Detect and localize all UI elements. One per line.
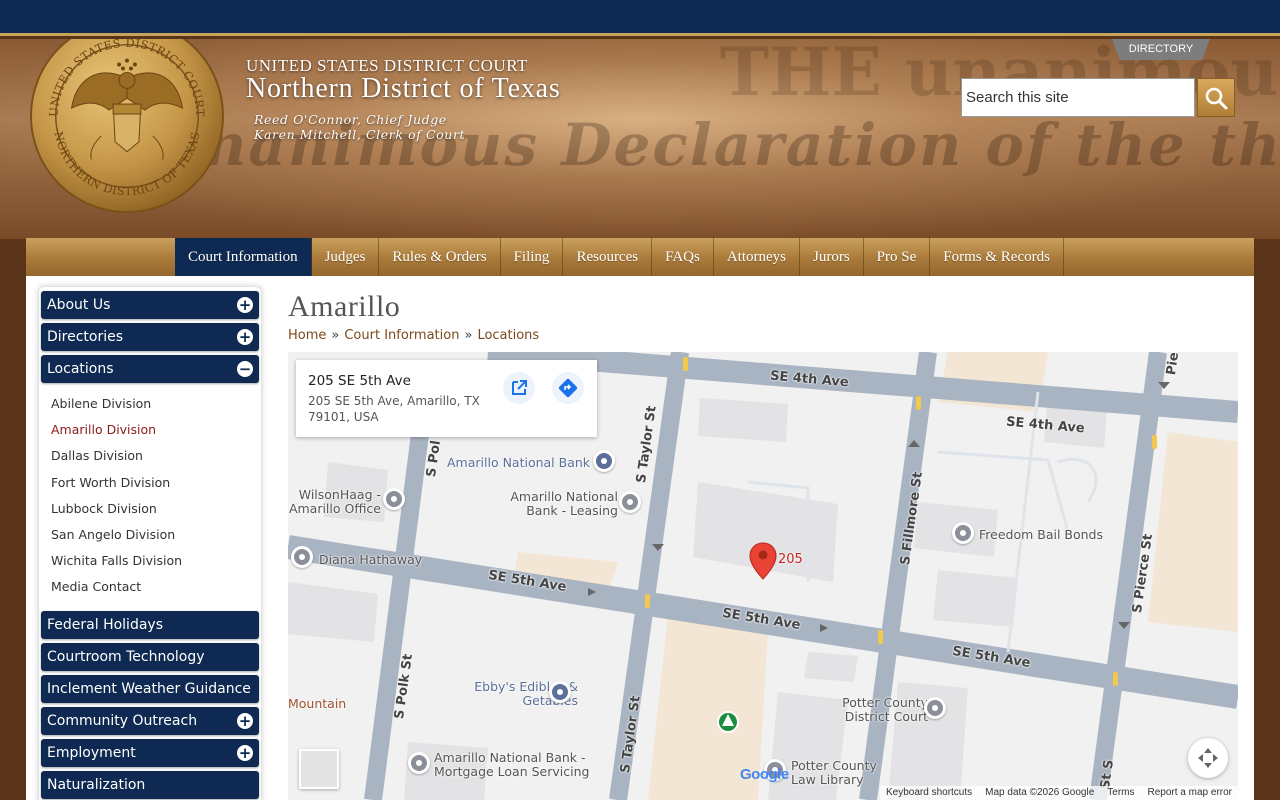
site-header: THE unanimous Declaration unanimous Decl… [0, 39, 1280, 239]
expand-icon[interactable]: + [237, 297, 253, 313]
google-logo: Google [740, 766, 789, 783]
main-nav: Court Information Judges Rules & Orders … [26, 238, 1254, 276]
breadcrumb-separator: » [464, 328, 473, 343]
nav-jurors[interactable]: Jurors [800, 238, 864, 276]
nav-forms-records[interactable]: Forms & Records [930, 238, 1064, 276]
submenu-item-abilene[interactable]: Abilene Division [51, 395, 259, 421]
poi-label[interactable]: WilsonHaag - Amarillo Office [288, 488, 381, 516]
sidebar-item-label: Inclement Weather Guidance [47, 680, 251, 697]
place-pin-icon[interactable] [408, 752, 430, 774]
place-pin-icon[interactable] [291, 546, 313, 568]
poi-label[interactable]: Freedom Bail Bonds [979, 527, 1103, 542]
map-type-toggle[interactable] [299, 749, 339, 789]
place-info-card: 205 SE 5th Ave 205 SE 5th Ave, Amarillo,… [296, 360, 597, 437]
sidebar-item-courtroom-technology[interactable]: Courtroom Technology [41, 642, 259, 671]
report-map-error-link[interactable]: Report a map error [1148, 787, 1232, 800]
place-pin-icon[interactable] [619, 491, 641, 513]
camera-move-icon [1198, 748, 1218, 768]
sidebar-item-label: About Us [47, 297, 111, 313]
locations-submenu: Abilene Division Amarillo Division Dalla… [41, 387, 259, 611]
poi-label[interactable]: Potter County District Court [818, 696, 928, 724]
nav-faqs[interactable]: FAQs [652, 238, 714, 276]
external-link-icon [512, 380, 527, 395]
sidebar-item-naturalization[interactable]: Naturalization [41, 770, 259, 799]
submenu-item-fort-worth[interactable]: Fort Worth Division [51, 474, 259, 500]
shopping-icon[interactable] [549, 681, 571, 703]
breadcrumb-court-information[interactable]: Court Information [344, 328, 459, 343]
sidebar-item-about-us[interactable]: About Us + [41, 291, 259, 319]
open-in-maps-button[interactable] [503, 372, 535, 404]
submenu-item-dallas[interactable]: Dallas Division [51, 447, 259, 473]
search-input[interactable] [961, 78, 1195, 117]
keyboard-shortcuts-link[interactable]: Keyboard shortcuts [886, 787, 972, 800]
directory-tab[interactable]: DIRECTORY [1112, 39, 1210, 60]
sidebar-item-label: Community Outreach [47, 712, 198, 729]
breadcrumb-separator: » [331, 328, 340, 343]
street-label: Pie [1164, 352, 1183, 377]
sidebar-item-label: Federal Holidays [47, 616, 163, 633]
terms-link[interactable]: Terms [1107, 787, 1134, 800]
search-button[interactable] [1197, 78, 1235, 117]
marker-label: 205 [778, 552, 803, 567]
sidebar-item-label: Naturalization [47, 776, 146, 793]
top-strip [0, 0, 1280, 36]
map-camera-control[interactable] [1188, 738, 1228, 778]
sidebar-item-inclement-weather[interactable]: Inclement Weather Guidance [41, 674, 259, 703]
place-pin-icon[interactable] [383, 488, 405, 510]
sidebar-item-directories[interactable]: Directories + [41, 323, 259, 351]
chief-judge-line: Reed O'Connor, Chief Judge [254, 112, 447, 127]
sidebar: About Us + Directories + Locations − Abi… [38, 286, 262, 800]
expand-icon[interactable]: + [237, 329, 253, 345]
nav-filing[interactable]: Filing [501, 238, 564, 276]
location-marker-icon[interactable] [749, 542, 777, 580]
submenu-item-lubbock[interactable]: Lubbock Division [51, 500, 259, 526]
poi-label[interactable]: Amarillo National Bank - Leasing [506, 490, 618, 518]
submenu-item-amarillo[interactable]: Amarillo Division [51, 421, 259, 447]
nav-resources[interactable]: Resources [563, 238, 653, 276]
collapse-icon[interactable]: − [237, 361, 253, 377]
sidebar-item-label: Locations [47, 361, 114, 377]
sidebar-item-locations[interactable]: Locations − [41, 355, 259, 383]
nav-court-information[interactable]: Court Information [175, 238, 312, 276]
submenu-item-wichita-falls[interactable]: Wichita Falls Division [51, 552, 259, 578]
expand-icon[interactable]: + [237, 712, 253, 729]
sidebar-item-label: Employment [47, 744, 136, 761]
map-data-credit: Map data ©2026 Google [985, 787, 1095, 798]
nav-attorneys[interactable]: Attorneys [714, 238, 800, 276]
content-panel: About Us + Directories + Locations − Abi… [26, 276, 1254, 800]
sidebar-item-employment[interactable]: Employment + [41, 738, 259, 767]
directions-icon [558, 378, 578, 398]
nav-pro-se[interactable]: Pro Se [864, 238, 931, 276]
page-title: Amarillo [288, 290, 401, 323]
embedded-map[interactable]: SE 4th Ave SE 4th Ave SE 5th Ave SE 5th … [288, 352, 1238, 800]
breadcrumb-home[interactable]: Home [288, 328, 326, 343]
nav-rules-orders[interactable]: Rules & Orders [379, 238, 501, 276]
sidebar-item-community-outreach[interactable]: Community Outreach + [41, 706, 259, 735]
place-title: 205 SE 5th Ave [308, 373, 411, 389]
poi-label[interactable]: Amarillo National Bank [447, 455, 590, 470]
submenu-item-media-contact[interactable]: Media Contact [51, 578, 259, 604]
place-pin-icon[interactable] [952, 522, 974, 544]
court-seal-logo: UNITED STATES DISTRICT COURT NORTHERN DI… [30, 39, 224, 213]
expand-icon[interactable]: + [237, 744, 253, 761]
sidebar-item-label: Courtroom Technology [47, 648, 205, 665]
poi-label[interactable]: Mountain [288, 696, 346, 711]
breadcrumb-locations[interactable]: Locations [477, 328, 539, 343]
sidebar-item-federal-holidays[interactable]: Federal Holidays [41, 610, 259, 639]
place-address: 205 SE 5th Ave, Amarillo, TX 79101, USA [308, 394, 480, 424]
poi-label[interactable]: Potter County Law Library [791, 759, 891, 787]
court-name: Northern District of Texas [246, 73, 561, 104]
clerk-line: Karen Mitchell, Clerk of Court [254, 127, 466, 142]
directions-button[interactable] [552, 372, 584, 404]
nav-judges[interactable]: Judges [312, 238, 380, 276]
poi-label[interactable]: Amarillo National Bank - Mortgage Loan S… [434, 751, 604, 779]
courthouse-icon[interactable] [924, 697, 946, 719]
breadcrumb: Home » Court Information » Locations [288, 328, 539, 343]
submenu-item-san-angelo[interactable]: San Angelo Division [51, 526, 259, 552]
bank-icon[interactable] [593, 450, 615, 472]
search-icon [1205, 87, 1228, 109]
sidebar-item-label: Directories [47, 329, 124, 345]
poi-label[interactable]: Diana Hathaway [319, 552, 422, 567]
map-attribution: Keyboard shortcuts Map data ©2026 Google… [879, 786, 1238, 800]
